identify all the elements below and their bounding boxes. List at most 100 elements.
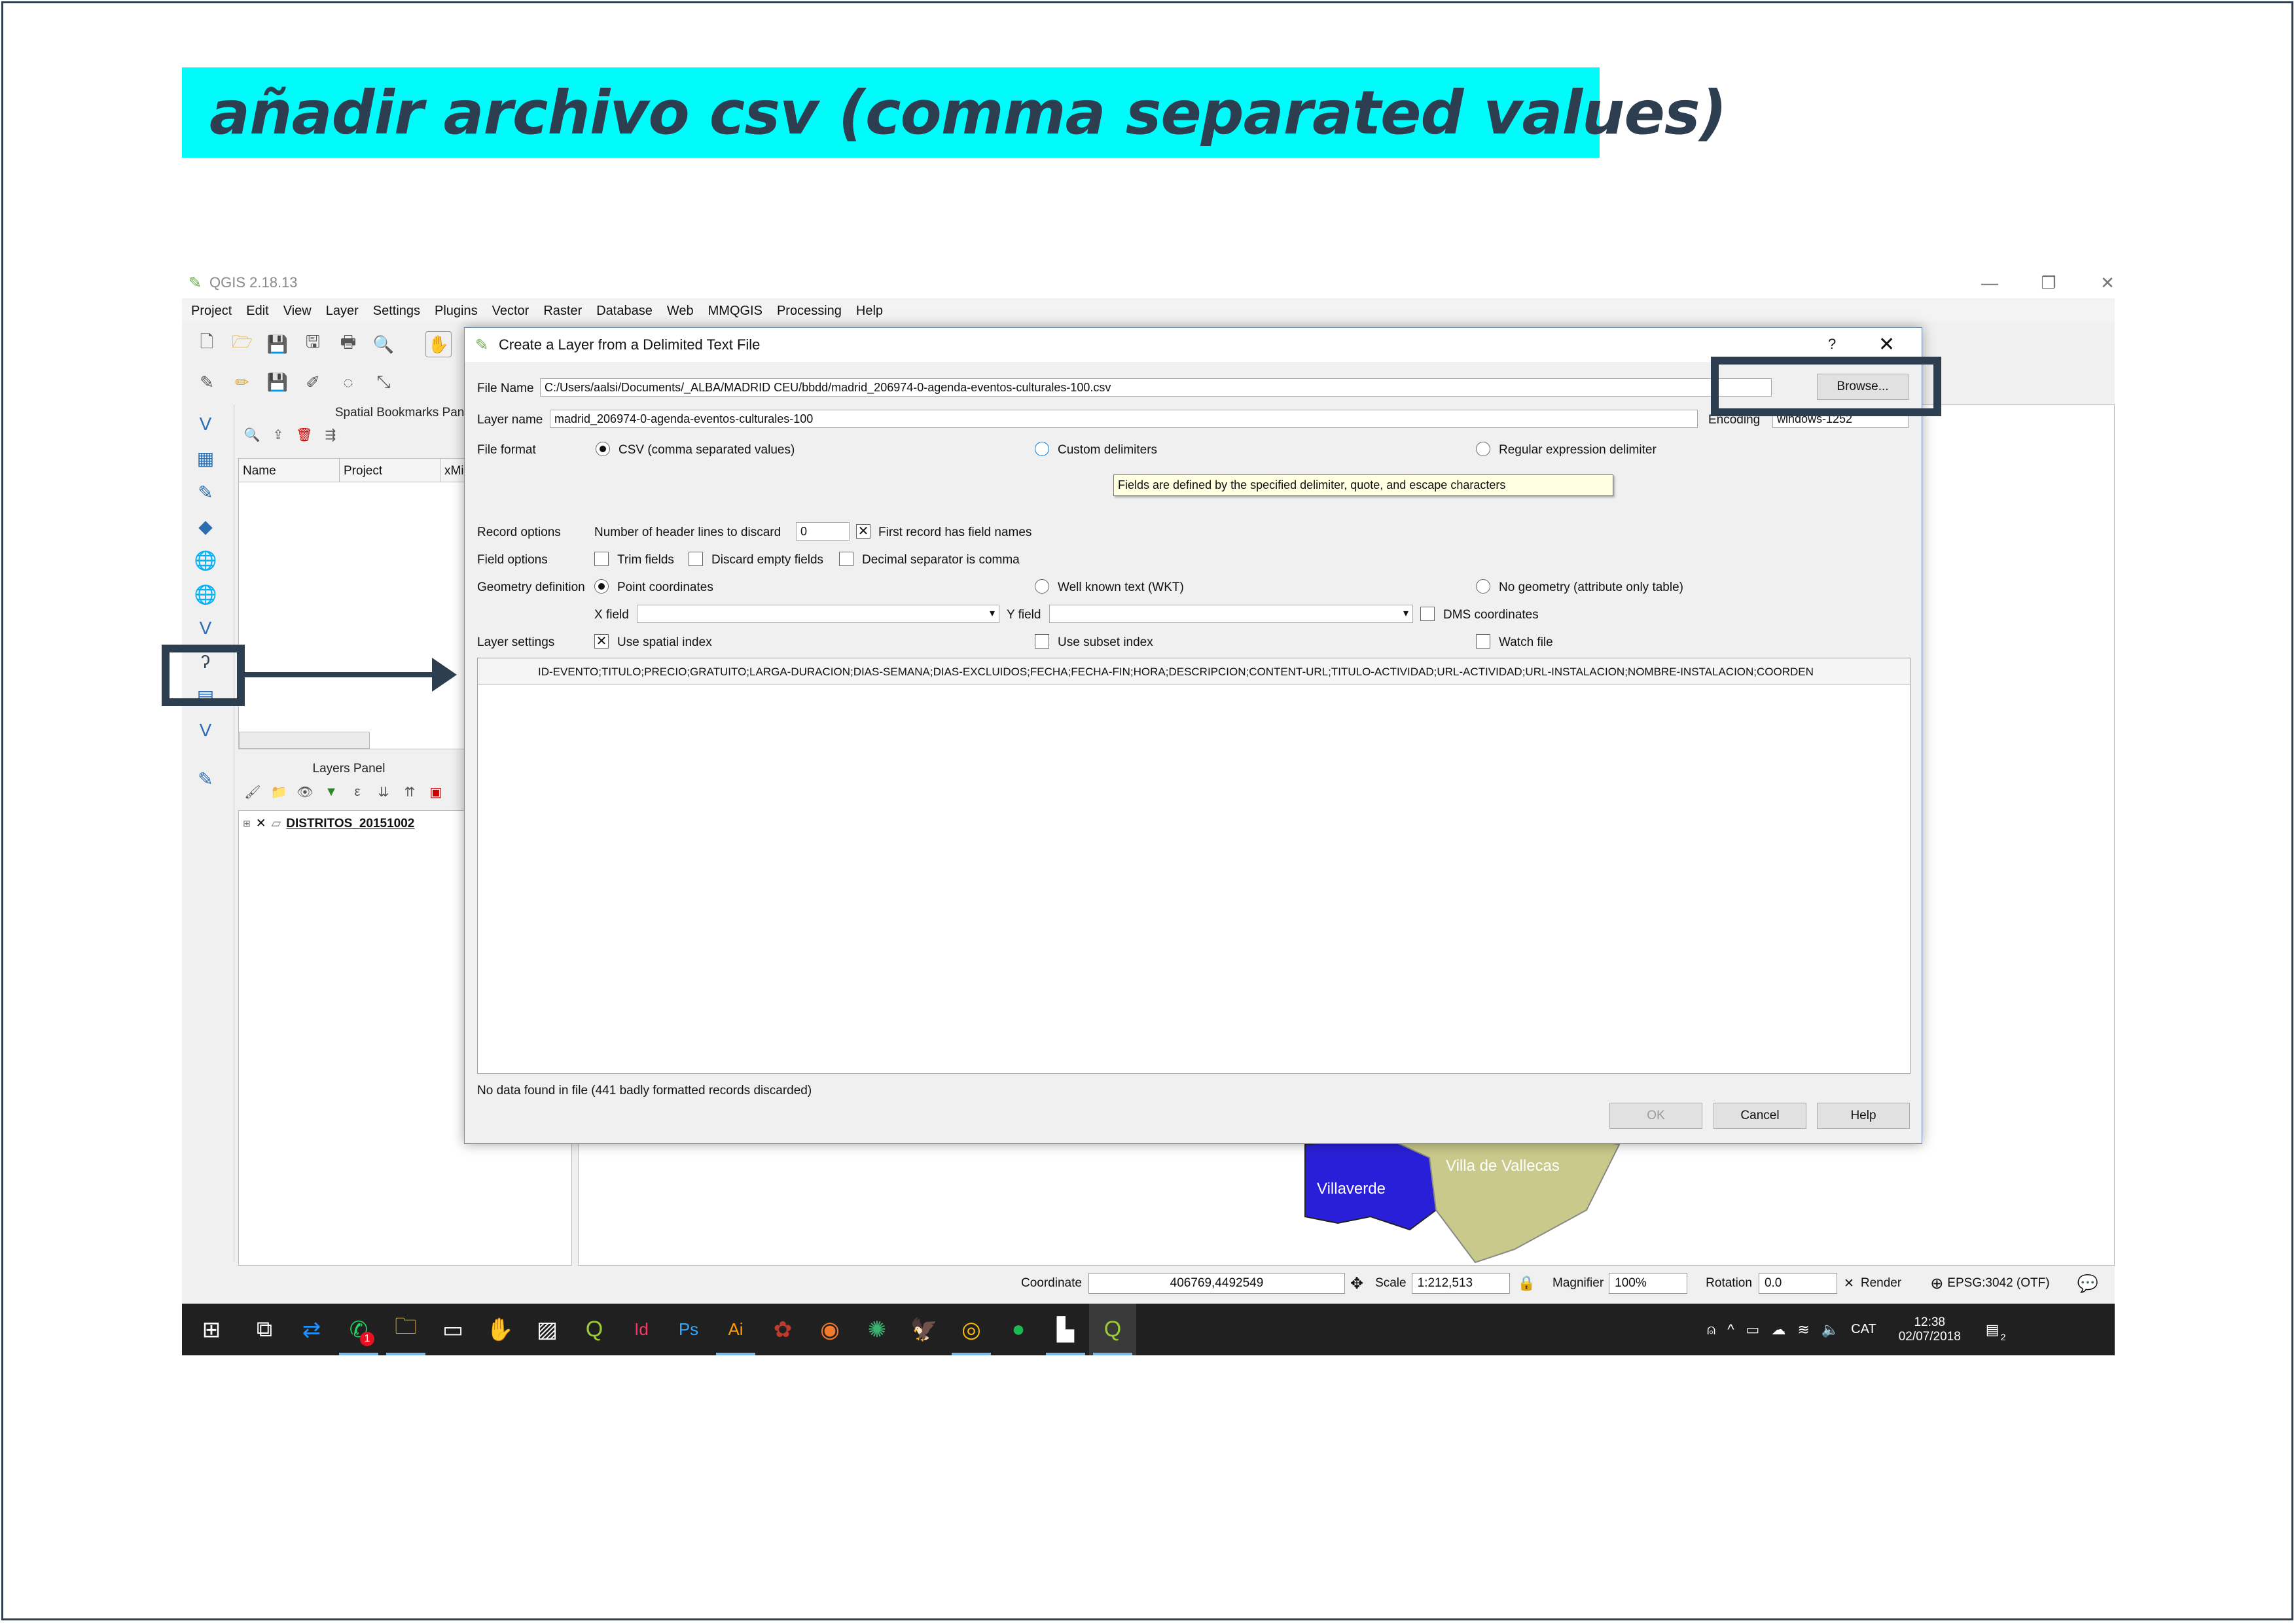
language-indicator[interactable]: CAT	[1851, 1322, 1876, 1337]
column-name[interactable]: Name	[239, 459, 340, 482]
first-record-checkbox[interactable]: ✕	[856, 524, 870, 539]
onedrive-icon[interactable]: ☁	[1771, 1321, 1785, 1338]
file-name-input[interactable]: C:/Users/aalsi/Documents/_ALBA/MADRID CE…	[540, 378, 1772, 397]
scale-combo[interactable]: 1:212,513	[1411, 1273, 1510, 1294]
add-group-icon[interactable]: 📁	[268, 782, 289, 802]
wifi-icon[interactable]: ≋	[1797, 1321, 1809, 1338]
pan-map-icon[interactable]: ✋	[425, 331, 452, 357]
no-geometry-radio[interactable]	[1476, 579, 1490, 594]
add-ring-icon[interactable]: ◌	[335, 369, 361, 395]
photoshop-icon[interactable]: Ps	[665, 1304, 712, 1355]
dialog-help-icon[interactable]: ?	[1828, 336, 1836, 353]
point-coordinates-radio[interactable]	[594, 579, 609, 594]
add-feature-icon[interactable]: ✐	[300, 369, 326, 395]
cancel-button[interactable]: Cancel	[1713, 1103, 1806, 1129]
menu-web[interactable]: Web	[667, 304, 694, 319]
whatsapp-icon[interactable]: ✆ 1	[335, 1304, 382, 1355]
app-icon-2[interactable]: ✿	[759, 1304, 806, 1355]
render-checkbox[interactable]: ✕	[1844, 1276, 1854, 1291]
add-wfs-layer-icon[interactable]: V	[191, 614, 220, 643]
collapse-all-icon[interactable]: ⇈	[399, 782, 420, 802]
bookmarks-hscroll[interactable]	[239, 732, 370, 749]
new-project-icon[interactable]: 🗋	[194, 331, 220, 357]
menu-processing[interactable]: Processing	[777, 304, 842, 319]
new-temporary-layer-icon[interactable]: ✎	[191, 764, 220, 793]
minimize-button[interactable]: —	[1964, 267, 2016, 298]
menu-database[interactable]: Database	[596, 304, 653, 319]
sample-data-preview[interactable]: ID-EVENTO;TITULO;PRECIO;GRATUITO;LARGA-D…	[477, 658, 1910, 1074]
discard-empty-checkbox[interactable]	[689, 552, 703, 566]
menu-plugins[interactable]: Plugins	[435, 304, 478, 319]
save-project-icon[interactable]: 💾	[264, 331, 291, 357]
watch-file-checkbox[interactable]	[1476, 634, 1490, 649]
new-shapefile-icon[interactable]: V	[191, 716, 220, 745]
remove-layer-icon[interactable]: ▣	[425, 782, 446, 802]
expand-icon[interactable]: ⊞	[243, 818, 251, 829]
people-icon[interactable]: ⍝	[1707, 1321, 1715, 1338]
print-composer-icon[interactable]: 🖶	[335, 331, 361, 357]
blender-icon[interactable]: ◉	[806, 1304, 853, 1355]
coordinate-field[interactable]: 406769,4492549	[1088, 1273, 1345, 1294]
magnifier-spinbox[interactable]: 100%	[1609, 1273, 1688, 1294]
manage-visibility-icon[interactable]: 👁	[295, 782, 315, 802]
open-project-icon[interactable]: 🗁	[229, 331, 255, 357]
node-tool-icon[interactable]: ⤡	[370, 369, 397, 395]
maximize-button[interactable]: ❐	[2022, 267, 2075, 298]
crs-label[interactable]: EPSG:3042 (OTF)	[1947, 1276, 2049, 1291]
decimal-comma-checkbox[interactable]	[839, 552, 853, 566]
column-project[interactable]: Project	[340, 459, 440, 482]
menu-raster[interactable]: Raster	[543, 304, 582, 319]
illustrator-icon[interactable]: Ai	[712, 1304, 759, 1355]
menu-layer[interactable]: Layer	[326, 304, 359, 319]
crs-icon[interactable]: ⊕	[1930, 1274, 1943, 1293]
share-bookmark-icon[interactable]: ⇶	[321, 425, 340, 444]
windows-start-icon[interactable]: ⊞	[182, 1304, 241, 1355]
add-postgis-layer-icon[interactable]: ✎	[191, 478, 220, 507]
close-window-button[interactable]: ✕	[2081, 267, 2115, 298]
lock-scale-icon[interactable]: 🔒	[1518, 1275, 1535, 1292]
save-edits-icon[interactable]: 💾	[264, 369, 291, 395]
qgis-desktop-icon[interactable]: Q	[571, 1304, 618, 1355]
messages-icon[interactable]: 💬	[2077, 1274, 2098, 1294]
add-raster-layer-icon[interactable]: ▦	[191, 444, 220, 473]
menu-help[interactable]: Help	[856, 304, 883, 319]
menu-mmqgis[interactable]: MMQGIS	[708, 304, 762, 319]
menu-project[interactable]: Project	[191, 304, 232, 319]
help-button[interactable]: Help	[1817, 1103, 1910, 1129]
battery-icon[interactable]: ▭	[1746, 1321, 1760, 1338]
menu-view[interactable]: View	[283, 304, 312, 319]
zoom-to-bookmark-icon[interactable]: 🔍	[242, 425, 262, 444]
custom-delimiters-radio[interactable]	[1035, 442, 1049, 456]
composer-manager-icon[interactable]: 🔍	[370, 331, 397, 357]
spotify-icon[interactable]: ●	[995, 1304, 1042, 1355]
chrome-icon[interactable]: ◎	[948, 1304, 995, 1355]
indesign-icon[interactable]: Id	[618, 1304, 665, 1355]
ok-button[interactable]: OK	[1609, 1103, 1702, 1129]
photos-icon[interactable]: ▨	[524, 1304, 571, 1355]
style-manager-icon[interactable]: 🖌	[242, 782, 263, 802]
add-wcs-layer-icon[interactable]: 🌐	[191, 580, 220, 609]
x-field-select[interactable]: ▾	[637, 605, 999, 623]
add-vector-layer-icon[interactable]: V	[191, 410, 220, 438]
menu-settings[interactable]: Settings	[373, 304, 420, 319]
filter-expression-icon[interactable]: ε	[347, 782, 368, 802]
add-spatialite-layer-icon[interactable]: ◆	[191, 512, 220, 541]
save-as-icon[interactable]: 🖫	[300, 331, 326, 357]
toggle-extents-icon[interactable]: ✥	[1350, 1274, 1363, 1293]
app-icon-4[interactable]: 🦅	[901, 1304, 948, 1355]
filter-legend-icon[interactable]: ▼	[321, 782, 342, 802]
terminal-icon[interactable]: ▭	[429, 1304, 476, 1355]
task-view-icon[interactable]: ⧉	[241, 1304, 288, 1355]
qgis-taskbar-icon[interactable]: Q	[1089, 1304, 1136, 1355]
csv-radio[interactable]	[596, 442, 610, 456]
expand-all-icon[interactable]: ⇊	[373, 782, 394, 802]
menu-vector[interactable]: Vector	[492, 304, 529, 319]
layer-visibility-checkbox[interactable]: ✕	[256, 816, 266, 831]
header-lines-spinbox[interactable]: 0	[796, 522, 850, 541]
import-bookmark-icon[interactable]: ⇪	[268, 425, 288, 444]
dialog-close-icon[interactable]: ✕	[1878, 333, 1895, 356]
toggle-editing-icon[interactable]: ✏	[229, 369, 255, 395]
trim-fields-checkbox[interactable]	[594, 552, 609, 566]
show-hidden-icons-icon[interactable]: ^	[1727, 1321, 1734, 1338]
layer-name-input[interactable]: madrid_206974-0-agenda-eventos-culturale…	[550, 410, 1698, 428]
